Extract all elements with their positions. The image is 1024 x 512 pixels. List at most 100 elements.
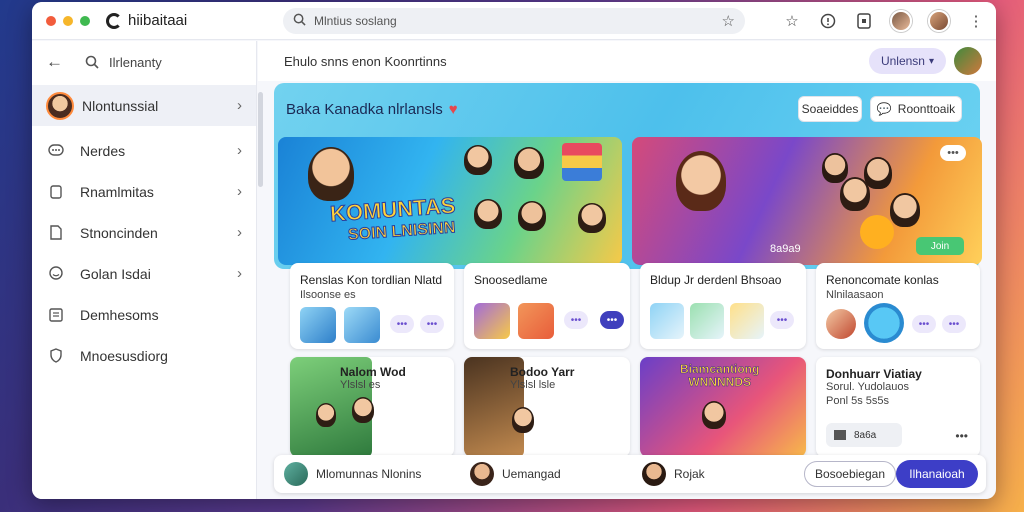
card-1[interactable]: Renslas Kon tordlian Nlatd Ilsoonse es •… bbox=[290, 263, 454, 349]
card-5[interactable]: Nalom Wod Ylslsl es bbox=[290, 357, 454, 457]
participant[interactable]: Rojak bbox=[642, 462, 705, 486]
chevron-right-icon: › bbox=[237, 265, 242, 282]
primary-button[interactable]: Ilhanaioah bbox=[896, 460, 978, 488]
sidebar-item-mnoesusdiorg[interactable]: Mnoesusdiorg bbox=[32, 335, 256, 376]
tag[interactable]: ••• bbox=[912, 315, 936, 333]
chat-smile-icon bbox=[46, 264, 66, 284]
mascot-icon[interactable] bbox=[864, 303, 904, 343]
hero-room-button[interactable]: 💬 Roonttoaik bbox=[870, 96, 962, 122]
tag[interactable]: ••• bbox=[770, 311, 794, 329]
stat-chip[interactable]: 8a6a bbox=[826, 423, 902, 447]
sidebar-item-demhesoms[interactable]: Demhesoms bbox=[32, 294, 256, 335]
card-subtitle: Nlnilaasaon bbox=[826, 289, 884, 301]
kid-figure bbox=[518, 201, 546, 231]
thumbnail[interactable] bbox=[474, 303, 510, 339]
window-controls bbox=[46, 15, 90, 26]
more-badge[interactable]: ••• bbox=[940, 145, 966, 161]
menu-kebab-icon[interactable]: ⋮ bbox=[966, 11, 986, 31]
kid-figure bbox=[840, 177, 870, 211]
title-bar: hiibaitaai ☆ ☆ ⋮ bbox=[32, 2, 996, 40]
card-8[interactable]: Donhuarr Viatiay Sorul. Yudolauos Ponl 5… bbox=[816, 357, 980, 457]
kid-figure bbox=[316, 403, 336, 427]
participant[interactable]: Mlomunnas Nlonins bbox=[284, 462, 421, 486]
card-title: Renoncomate konlas bbox=[826, 273, 939, 287]
hero-secondary-button[interactable]: Soaeiddes bbox=[798, 96, 862, 122]
minimize-dot[interactable] bbox=[63, 15, 73, 26]
kid-figure bbox=[702, 401, 726, 429]
media-icon bbox=[834, 430, 846, 440]
sidebar-item-stnoncinden[interactable]: Stnoncinden › bbox=[32, 212, 256, 253]
card-title: Bldup Jr derdenl Bhsoao bbox=[650, 273, 782, 287]
tag[interactable]: ••• bbox=[564, 311, 588, 329]
sidebar-item-label: Mnoesusdiorg bbox=[80, 347, 168, 364]
sidebar-item-label: Stnoncinden bbox=[80, 224, 158, 241]
sidebar-item-nlontunssial[interactable]: Nlontunssial › bbox=[32, 85, 256, 126]
thumbnail[interactable] bbox=[300, 307, 336, 343]
card-7[interactable]: Biamcantiong WNNNNDS bbox=[640, 357, 806, 457]
card-title: Renslas Kon tordlian Nlatd bbox=[300, 273, 443, 287]
document-icon bbox=[46, 223, 66, 243]
kid-figure bbox=[822, 153, 848, 183]
secondary-button[interactable]: Bosoebiegan bbox=[803, 461, 896, 487]
chevron-right-icon: › bbox=[237, 97, 242, 114]
participant[interactable]: Uemangad bbox=[470, 462, 561, 486]
sidebar-item-rnamlmitas[interactable]: Rnamlmitas › bbox=[32, 171, 256, 212]
kid-figure bbox=[474, 199, 502, 229]
card-3[interactable]: Bldup Jr derdenl Bhsoao ••• bbox=[640, 263, 806, 349]
app-window: hiibaitaai ☆ ☆ ⋮ ← Ilr bbox=[32, 2, 996, 499]
search-icon bbox=[293, 13, 306, 29]
kid-figure bbox=[512, 407, 534, 433]
extensions-icon[interactable] bbox=[854, 11, 874, 31]
hero-panel: Baka Kanadka nlrlansls ♥ Soaeiddes 💬 Roo… bbox=[274, 83, 982, 269]
card-title: Donhuarr Viatiay bbox=[826, 367, 922, 381]
toy-blocks bbox=[562, 143, 602, 181]
star-icon[interactable]: ☆ bbox=[722, 12, 735, 30]
tag[interactable]: ••• bbox=[390, 315, 414, 333]
bottom-bar: Mlomunnas Nlonins Uemangad Rojak Bosoebi… bbox=[274, 455, 986, 493]
thumbnail[interactable] bbox=[650, 303, 684, 339]
join-button[interactable]: Join bbox=[916, 237, 964, 255]
more-icon[interactable]: ••• bbox=[955, 429, 968, 443]
participant-name: Mlomunnas Nlonins bbox=[316, 467, 422, 481]
tag[interactable]: ••• bbox=[600, 311, 624, 329]
featured-image-right[interactable]: ••• 8a9a9 Join bbox=[632, 137, 982, 265]
card-subtitle: Ilsoonse es bbox=[300, 289, 356, 301]
sidebar-item-nerdes[interactable]: Nerdes › bbox=[32, 130, 256, 171]
sidebar-search-icon bbox=[85, 55, 99, 69]
card-title: Nalom Wod bbox=[340, 365, 406, 379]
user-dropdown[interactable]: Unlensn ▾ bbox=[868, 48, 946, 74]
sidebar-item-golan-isdai[interactable]: Golan Isdai › bbox=[32, 253, 256, 294]
sidebar-item-label: Rnamlmitas bbox=[80, 183, 154, 200]
thumbnail[interactable] bbox=[344, 307, 380, 343]
close-dot[interactable] bbox=[46, 15, 56, 26]
thumbnail[interactable] bbox=[518, 303, 554, 339]
info-icon[interactable] bbox=[818, 11, 838, 31]
chevron-right-icon: › bbox=[237, 142, 242, 159]
sidebar-search-area[interactable]: Ilrlenanty bbox=[85, 55, 162, 70]
card-4[interactable]: Renoncomate konlas Nlnilaasaon ••• ••• bbox=[816, 263, 980, 349]
chat-bubble-icon: 💬 bbox=[876, 102, 892, 116]
thumbnail[interactable] bbox=[730, 303, 764, 339]
tag[interactable]: ••• bbox=[420, 315, 444, 333]
back-arrow-icon[interactable]: ← bbox=[46, 52, 63, 72]
bookmark-star-icon[interactable]: ☆ bbox=[782, 11, 802, 31]
search-input[interactable] bbox=[314, 14, 722, 28]
avatar[interactable] bbox=[954, 47, 982, 75]
heart-icon: ♥ bbox=[448, 101, 458, 118]
featured-image-left[interactable]: KOMUNTAS SOIN LNISINN bbox=[278, 137, 622, 265]
card-2[interactable]: Snoosedlame ••• ••• bbox=[464, 263, 630, 349]
avatar bbox=[46, 91, 74, 120]
kid-figure bbox=[864, 157, 892, 189]
brand[interactable]: hiibaitaai bbox=[106, 12, 187, 29]
profile-avatar-icon[interactable] bbox=[890, 10, 912, 32]
tag[interactable]: ••• bbox=[942, 315, 966, 333]
thumbnail[interactable] bbox=[826, 309, 856, 339]
card-6[interactable]: Bodoo Yarr Ylslsl lsle bbox=[464, 357, 630, 457]
thumbnail[interactable] bbox=[690, 303, 724, 339]
search-bar[interactable]: ☆ bbox=[283, 8, 745, 34]
maximize-dot[interactable] bbox=[80, 15, 90, 26]
kid-figure bbox=[578, 203, 606, 233]
toy-ball bbox=[860, 215, 894, 249]
account-avatar-icon[interactable] bbox=[928, 10, 950, 32]
avatar bbox=[470, 462, 494, 486]
